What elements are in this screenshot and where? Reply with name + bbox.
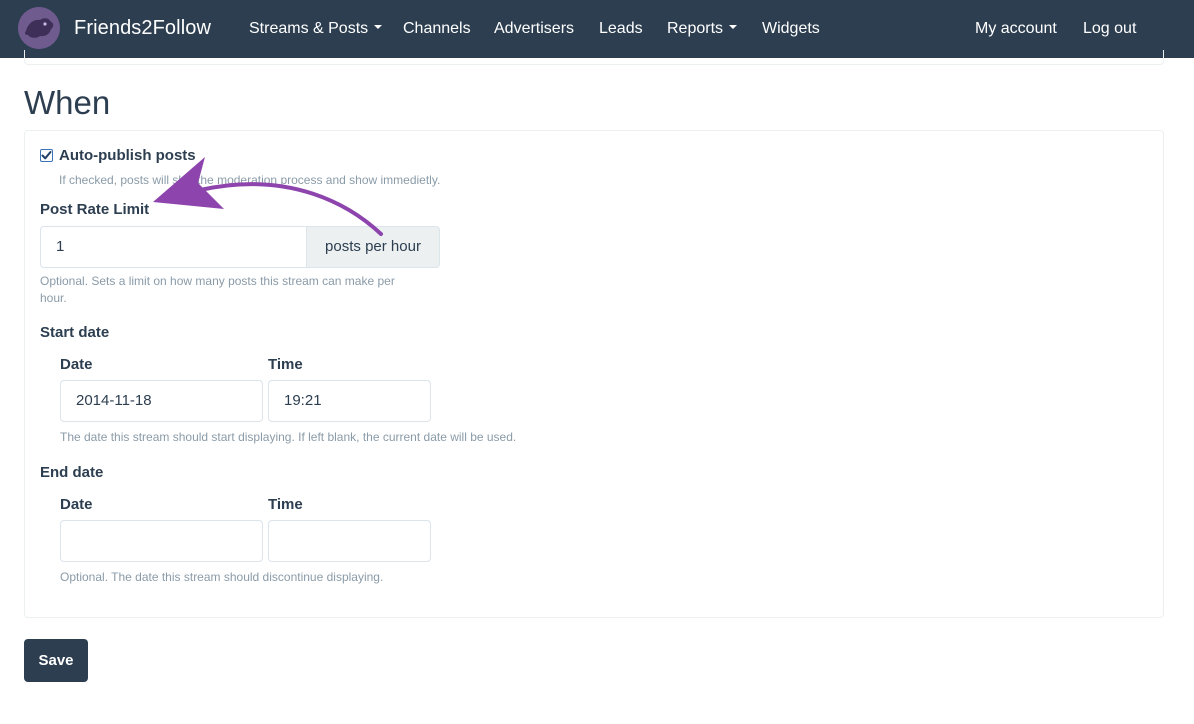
end-date-label: End date xyxy=(40,464,104,481)
section-title: When xyxy=(24,84,111,121)
post-rate-help: Optional. Sets a limit on how many posts… xyxy=(40,273,440,307)
nav-streams-posts-label: Streams & Posts xyxy=(249,20,369,37)
nav-channels[interactable]: Channels xyxy=(403,20,471,38)
checkmark-icon xyxy=(41,151,52,160)
auto-publish-checkbox[interactable] xyxy=(40,149,53,162)
previous-panel-bottom xyxy=(24,50,1164,65)
start-date-date-label: Date xyxy=(60,356,93,373)
start-date-label: Start date xyxy=(40,324,110,341)
post-rate-help-line2: hour. xyxy=(40,291,67,305)
end-date-help: Optional. The date this stream should di… xyxy=(60,570,384,584)
end-date-date-label: Date xyxy=(60,496,93,513)
brand-name[interactable]: Friends2Follow xyxy=(74,17,211,40)
chevron-down-icon xyxy=(729,24,738,29)
start-date-help: The date this stream should start displa… xyxy=(60,430,517,444)
save-button[interactable]: Save xyxy=(24,639,88,682)
nav-widgets[interactable]: Widgets xyxy=(762,20,820,38)
nav-my-account[interactable]: My account xyxy=(975,20,1057,38)
post-rate-label: Post Rate Limit xyxy=(40,201,150,218)
start-time-input[interactable]: 19:21 xyxy=(268,380,431,422)
nav-reports-label: Reports xyxy=(667,20,724,37)
end-date-input[interactable] xyxy=(60,520,263,562)
start-date-input[interactable]: 2014-11-18 xyxy=(60,380,263,422)
nav-streams-posts[interactable]: Streams & Posts xyxy=(249,20,383,38)
nav-advertisers[interactable]: Advertisers xyxy=(494,20,574,38)
nav-reports[interactable]: Reports xyxy=(667,20,738,38)
nav-log-out[interactable]: Log out xyxy=(1083,20,1136,38)
end-date-time-label: Time xyxy=(268,496,303,513)
auto-publish-label[interactable]: Auto-publish posts xyxy=(59,147,196,164)
post-rate-help-line1: Optional. Sets a limit on how many posts… xyxy=(40,274,395,288)
end-time-input[interactable] xyxy=(268,520,431,562)
posts-per-hour-addon: posts per hour xyxy=(306,226,440,268)
start-date-time-label: Time xyxy=(268,356,303,373)
logo-icon[interactable] xyxy=(18,7,60,49)
nav-leads[interactable]: Leads xyxy=(599,20,643,38)
chevron-down-icon xyxy=(374,24,383,29)
auto-publish-help: If checked, posts will skip the moderati… xyxy=(59,173,441,187)
post-rate-input[interactable]: 1 xyxy=(40,226,307,268)
